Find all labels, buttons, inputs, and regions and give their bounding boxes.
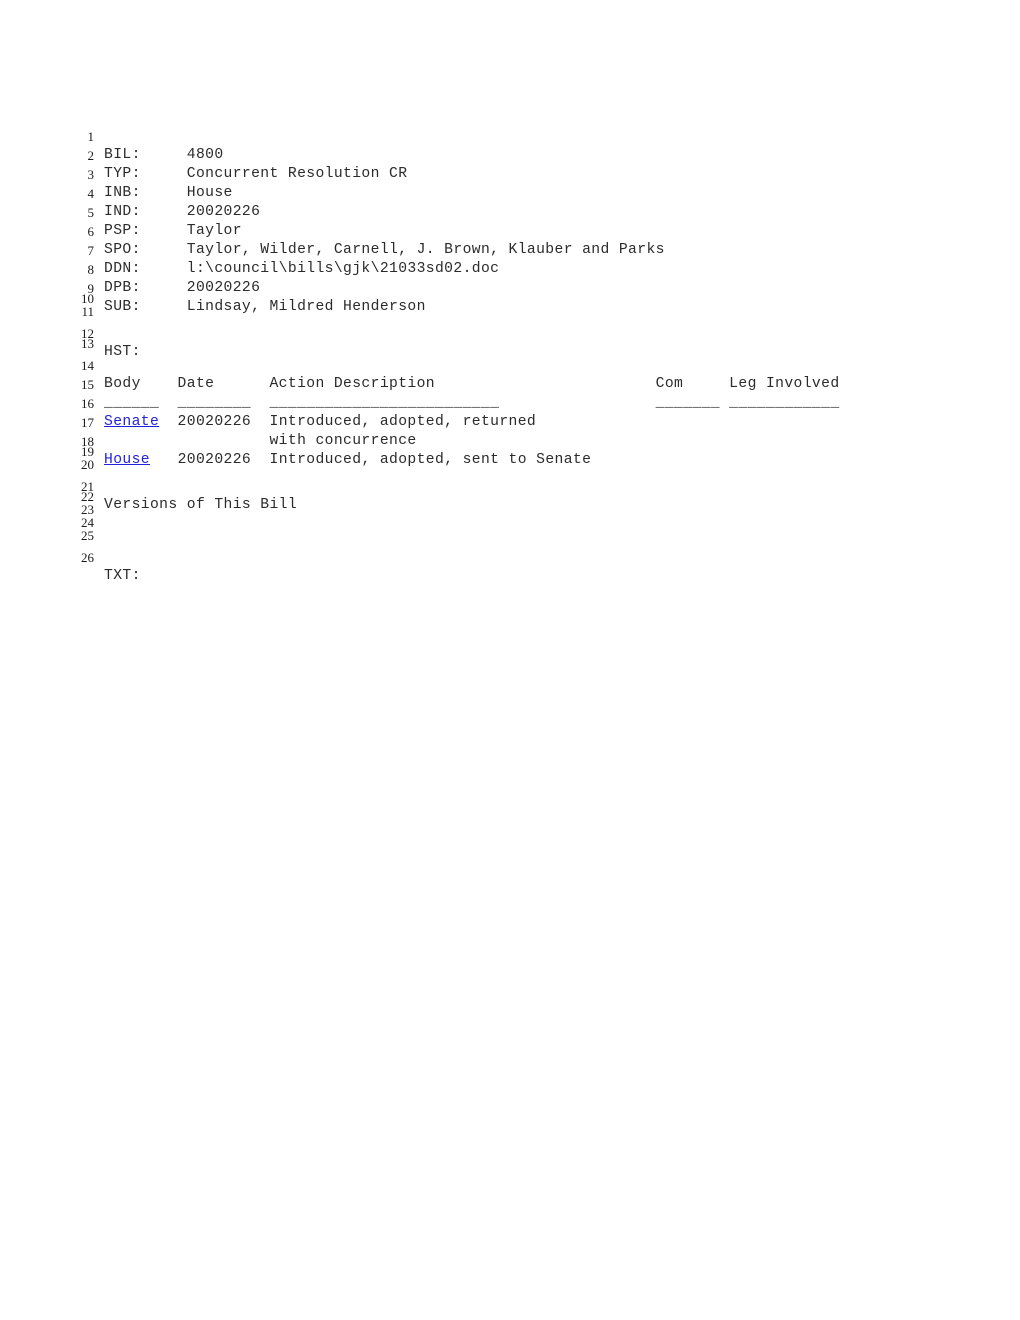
document-line: 14 Body Date Action Description Com Leg …: [0, 337, 1020, 392]
document-line: 6 SPO: Taylor, Wilder, Carnell, J. Brown…: [0, 203, 1020, 258]
document-line: 26 TXT:: [0, 529, 1020, 584]
document-line: 11: [0, 292, 1020, 318]
document-line-list: 1 BIL: 4800 2 TYP: Concurrent Resolution…: [0, 108, 1020, 584]
document-line: 22: [0, 477, 1020, 503]
document-line: 3 INB: House: [0, 146, 1020, 201]
document-line: 24: [0, 503, 1020, 529]
document-line: 7 DDN: l:\council\bills\gjk\21033sd02.do…: [0, 222, 1020, 277]
document-line: 13: [0, 324, 1020, 350]
document-line: 10: [0, 279, 1020, 305]
document-line: 19: [0, 432, 1020, 458]
document-line: 2 TYP: Concurrent Resolution CR: [0, 127, 1020, 182]
document-line: 9 SUB: Lindsay, Mildred Henderson: [0, 260, 1020, 315]
document-line: 1 BIL: 4800: [0, 108, 1020, 163]
document-line: 17 with concurrence: [0, 394, 1020, 449]
document-line: 18 House 20020226 Introduced, adopted, s…: [0, 413, 1020, 468]
document-line: 25: [0, 516, 1020, 542]
line-number: 26: [81, 550, 94, 565]
document-line: 16 Senate 20020226 Introduced, adopted, …: [0, 375, 1020, 430]
document-line: 15 ______ ________ _____________________…: [0, 356, 1020, 411]
document-line: 8 DPB: 20020226: [0, 241, 1020, 296]
document-line: 21 Versions of This Bill: [0, 458, 1020, 513]
document-page: 1 BIL: 4800 2 TYP: Concurrent Resolution…: [0, 0, 1020, 1320]
txt-label: TXT:: [104, 568, 141, 584]
document-line: 23: [0, 490, 1020, 516]
document-line: 4 IND: 20020226: [0, 165, 1020, 220]
document-line: 20: [0, 445, 1020, 471]
document-line: 12 HST:: [0, 305, 1020, 360]
document-line: 5 PSP: Taylor: [0, 184, 1020, 239]
